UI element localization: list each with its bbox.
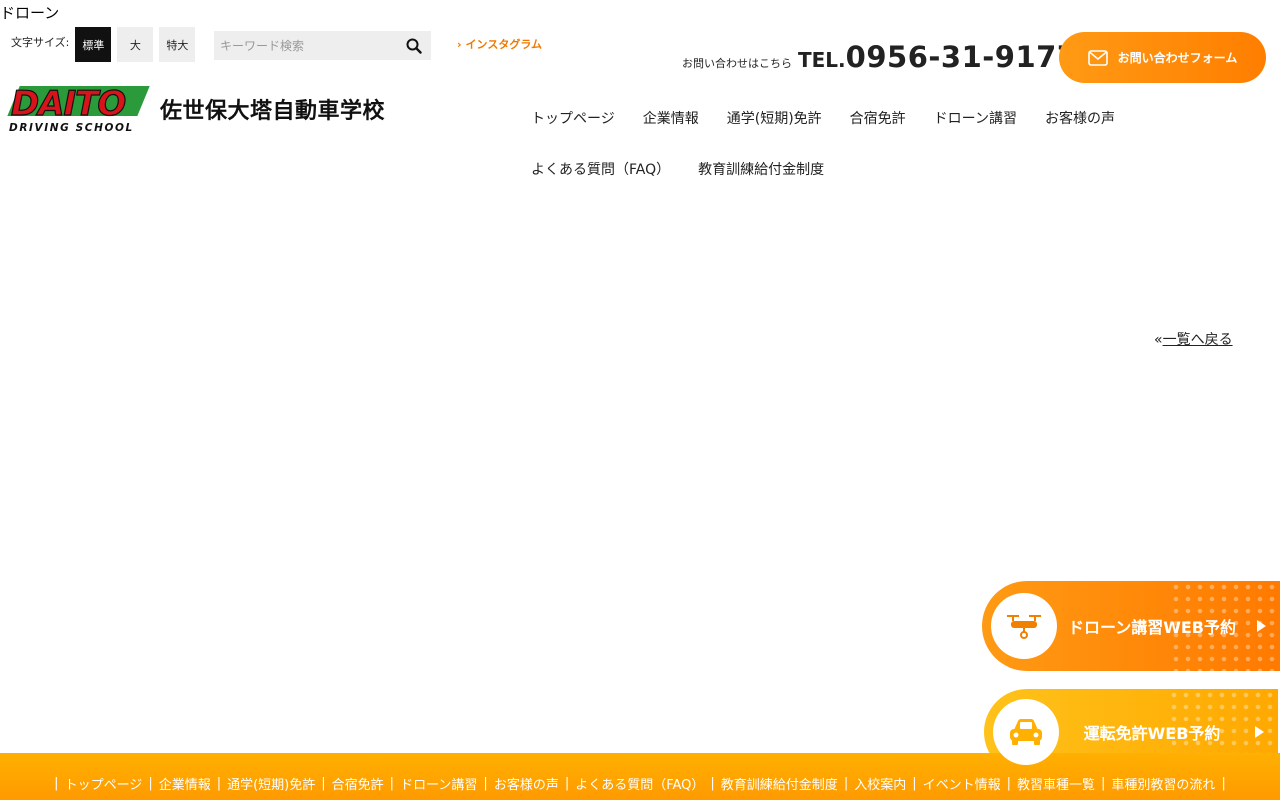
back-to-list-link[interactable]: «一覧へ戻る (1154, 329, 1233, 349)
triangle-right-icon (1257, 620, 1266, 632)
footer-separator: | (54, 776, 59, 791)
drone-reservation-label: ドローン講習WEB予約 (1068, 618, 1236, 637)
footer-item-events[interactable]: イベント情報 (923, 774, 1001, 793)
footer-item-vehicle-list[interactable]: 教習車種一覧 (1017, 774, 1095, 793)
global-nav: トップページ 企業情報 通学(短期)免許 合宿免許 ドローン講習 お客様の声よくある質問（… (531, 108, 1171, 210)
triangle-right-icon (1255, 726, 1264, 738)
search-input[interactable] (214, 31, 397, 60)
footer-item-voice[interactable]: お客様の声 (494, 774, 559, 793)
logo-text: DAITO (11, 84, 125, 124)
footer-item-drone[interactable]: ドローン講習 (400, 774, 477, 793)
search-box (214, 31, 431, 60)
footer-separator: | (216, 776, 222, 791)
instagram-link[interactable]: › インスタグラム (457, 36, 542, 52)
font-size-large-button[interactable]: 大 (117, 27, 154, 62)
nav-item-drone[interactable]: ドローン講習 (934, 109, 1017, 159)
footer-separator: | (564, 776, 570, 791)
search-icon (406, 38, 422, 54)
footer-item-training-benefit[interactable]: 教育訓練給付金制度 (721, 774, 838, 793)
drone-icon (991, 593, 1057, 659)
mail-icon (1087, 49, 1108, 66)
school-name: 佐世保大塔自動車学校 (160, 99, 386, 124)
instagram-label: インスタグラム (465, 38, 542, 51)
tel-number[interactable]: 0956-31-9177 (846, 40, 1078, 74)
footer-separator: | (710, 776, 715, 791)
contact-form-button[interactable]: お問い合わせフォーム (1059, 32, 1266, 83)
footer-separator: | (1101, 776, 1106, 791)
license-reservation-label: 運転免許WEB予約 (1083, 724, 1221, 743)
double-chevron-left-icon: « (1154, 332, 1163, 348)
footer-separator: | (1006, 776, 1012, 791)
font-size-label: 文字サイズ: (11, 35, 70, 49)
chevron-right-icon: › (457, 38, 462, 51)
search-button[interactable] (397, 31, 431, 60)
font-size-xlarge-button[interactable]: 特大 (159, 27, 196, 62)
footer-item-company[interactable]: 企業情報 (159, 774, 211, 793)
footer-separator: | (148, 776, 153, 791)
drone-web-reservation-button[interactable]: ドローン講習WEB予約 (982, 581, 1280, 671)
font-size-standard-button[interactable]: 標準 (75, 27, 112, 62)
footer-item-camp-license[interactable]: 合宿免許 (332, 774, 384, 793)
font-size-switcher: 文字サイズ: 標準 大 特大 (11, 27, 201, 62)
footer-separator: | (843, 776, 849, 791)
nav-item-voice[interactable]: お客様の声 (1045, 109, 1115, 159)
footer-nav: | トップページ | 企業情報 | 通学(短期)免許 | 合宿免許 | ドローン講習 | お客様の声 |… (0, 753, 1280, 800)
footer-separator: | (389, 776, 395, 791)
contact-phone: お問い合わせはこちら TEL. 0956-31-9177 (682, 40, 1078, 74)
nav-item-faq[interactable]: よくある質問（FAQ） (531, 160, 670, 210)
footer-separator: | (483, 776, 488, 791)
contact-form-label: お問い合わせフォーム (1117, 51, 1238, 65)
car-icon (993, 699, 1059, 765)
nav-item-company[interactable]: 企業情報 (643, 109, 699, 159)
footer-separator: | (912, 776, 917, 791)
nav-item-training-benefit[interactable]: 教育訓練給付金制度 (698, 160, 824, 210)
page-label: ドローン (0, 4, 60, 22)
logo-subtext: DRIVING SCHOOL (9, 122, 134, 134)
footer-item-lesson-flow[interactable]: 車種別教習の流れ (1111, 774, 1215, 793)
nav-item-camp-license[interactable]: 合宿免許 (850, 109, 906, 159)
footer-item-admission[interactable]: 入校案内 (854, 774, 906, 793)
daito-logo[interactable]: DAITO DRIVING SCHOOL (7, 80, 152, 134)
footer-item-faq[interactable]: よくある質問（FAQ） (575, 774, 704, 793)
nav-item-top[interactable]: トップページ (531, 109, 615, 159)
footer-separator: | (321, 776, 326, 791)
footer-separator: | (1221, 776, 1226, 791)
nav-item-commute-license[interactable]: 通学(短期)免許 (727, 109, 822, 159)
back-to-list-label: 一覧へ戻る (1162, 332, 1233, 348)
contact-label: お問い合わせはこちら (682, 57, 792, 70)
footer-item-commute-license[interactable]: 通学(短期)免許 (227, 774, 315, 793)
footer-item-top[interactable]: トップページ (65, 774, 143, 793)
tel-prefix: TEL. (798, 48, 846, 72)
